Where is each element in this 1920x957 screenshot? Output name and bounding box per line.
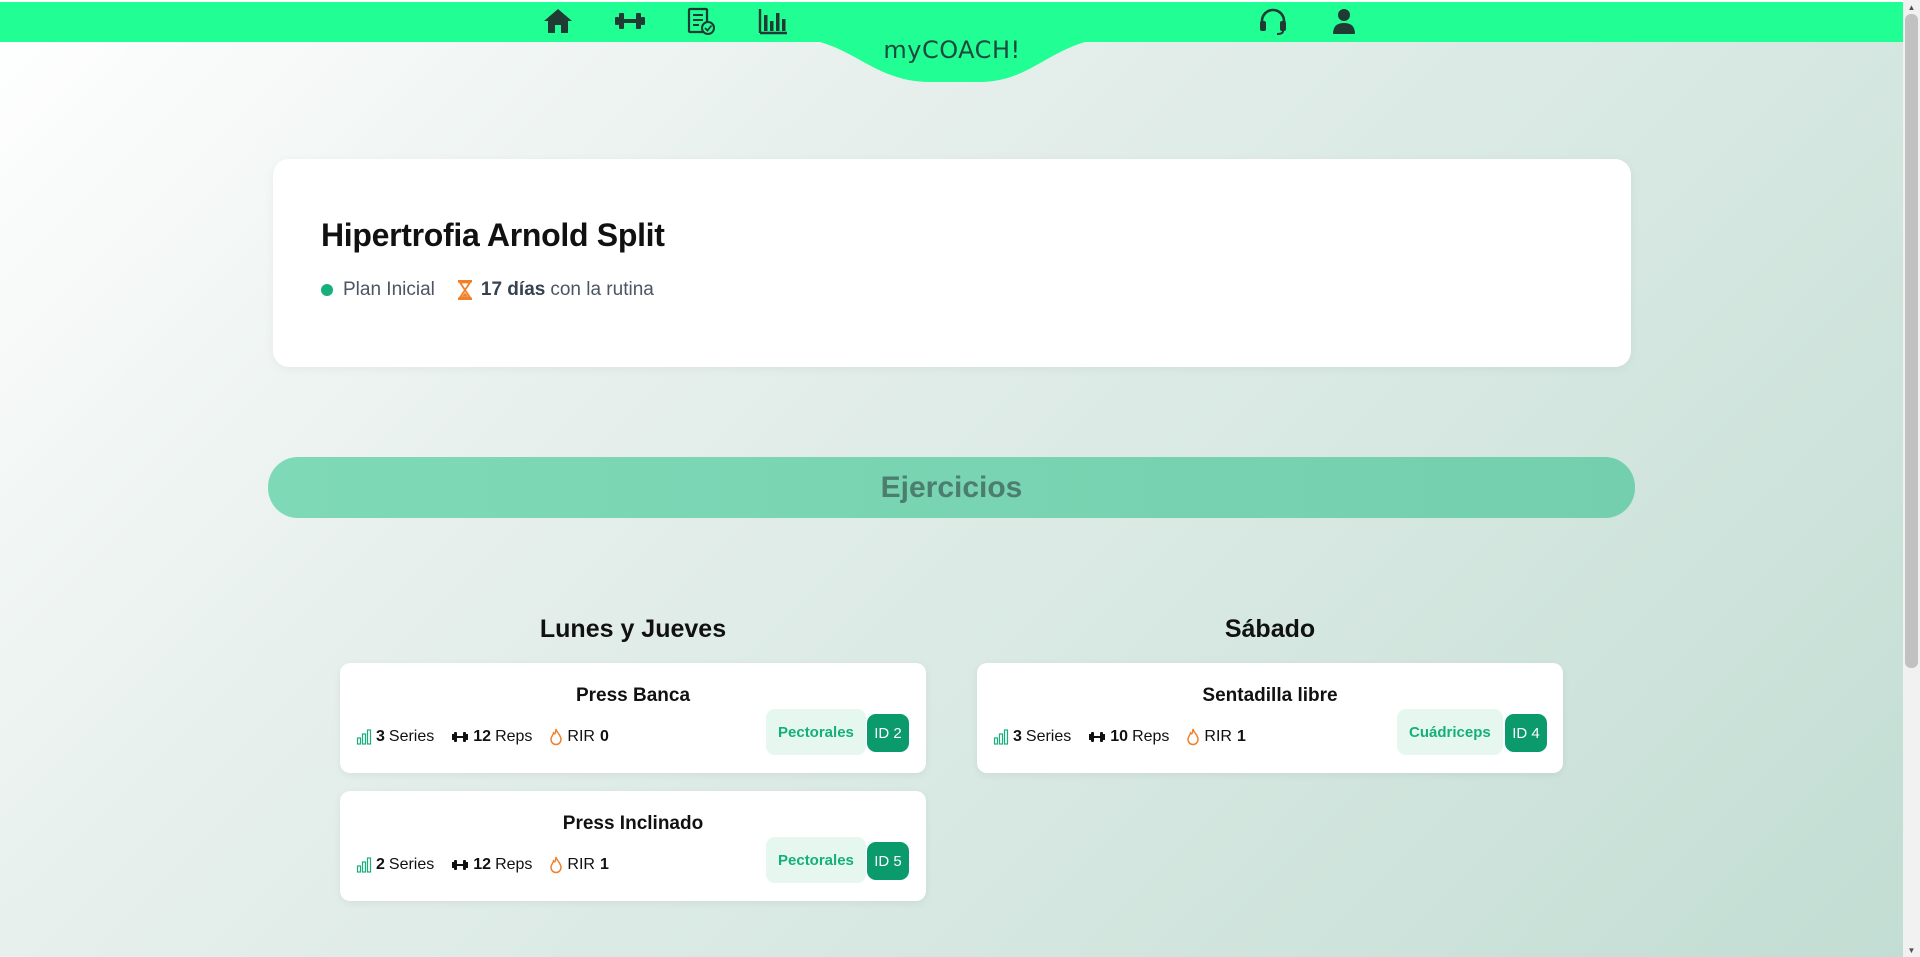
id-badge: ID 4	[1505, 714, 1547, 752]
rir-value: 1	[599, 856, 609, 873]
series-bars-icon	[356, 729, 372, 745]
status-dot-icon	[321, 284, 333, 296]
exercise-stats: 2 Series 12 Reps RIR 1	[356, 856, 630, 874]
days-suffix: con la rutina	[550, 279, 654, 300]
dumbbell-icon[interactable]	[613, 6, 647, 36]
day-title: Sábado	[1224, 615, 1316, 643]
scroll-down-icon[interactable]: ▼	[1903, 943, 1920, 957]
exercise-card[interactable]: Press Banca 3 Series 12 Reps RIR 0 Pecto…	[340, 663, 926, 773]
plan-status: Plan Inicial	[343, 279, 435, 300]
reps-stat: 10 Reps	[1088, 728, 1169, 746]
reps-stat: 12 Reps	[451, 856, 532, 874]
exercise-stats: 3 Series 12 Reps RIR 0	[356, 728, 630, 746]
user-icon[interactable]	[1327, 6, 1361, 36]
series-stat: 3 Series	[993, 728, 1071, 746]
rir-value: 1	[1236, 728, 1246, 745]
series-bars-icon	[993, 729, 1009, 745]
rir-stat: RIR 1	[1186, 728, 1249, 746]
day-title: Lunes y Jueves	[539, 615, 727, 643]
fire-icon	[550, 728, 563, 746]
plan-card: Hipertrofia Arnold Split Plan Inicial 17…	[273, 159, 1631, 367]
series-value: 3	[376, 728, 385, 745]
series-label: Series	[1025, 728, 1072, 745]
reps-label: Reps	[495, 728, 533, 745]
exercise-name: Sentadilla libre	[1202, 685, 1338, 706]
id-badge: ID 5	[867, 842, 909, 880]
fire-icon	[1187, 728, 1200, 746]
exercise-card[interactable]: Sentadilla libre 3 Series 10 Reps RIR 1 …	[977, 663, 1563, 773]
series-label: Series	[388, 728, 435, 745]
page-scrollbar[interactable]: ▲ ▼	[1903, 0, 1920, 957]
id-badge: ID 2	[867, 714, 909, 752]
reps-value: 12	[473, 728, 492, 745]
plan-meta: Plan Inicial 17 días con la rutina	[321, 279, 654, 301]
rir-label: RIR	[567, 856, 595, 873]
fire-icon	[550, 856, 563, 874]
headset-icon[interactable]	[1256, 6, 1290, 36]
reps-label: Reps	[495, 856, 533, 873]
series-stat: 3 Series	[356, 728, 434, 746]
plan-title: Hipertrofia Arnold Split	[321, 217, 665, 253]
hourglass-icon	[457, 280, 472, 300]
exercise-name: Press Inclinado	[562, 813, 704, 834]
dumbbell-icon	[452, 860, 469, 870]
exercise-name: Press Banca	[575, 685, 691, 706]
rir-stat: RIR 1	[549, 856, 612, 874]
series-label: Series	[388, 856, 435, 873]
exercise-card[interactable]: Press Inclinado 2 Series 12 Reps RIR 1 P…	[340, 791, 926, 901]
reps-value: 10	[1110, 728, 1129, 745]
exercises-section-header: Ejercicios	[268, 457, 1635, 518]
series-bars-icon	[356, 857, 372, 873]
reps-label: Reps	[1132, 728, 1170, 745]
dumbbell-icon	[452, 732, 469, 742]
brand-logo[interactable]: myCOACH!	[840, 36, 1064, 64]
rir-stat: RIR 0	[549, 728, 612, 746]
stats-chart-icon[interactable]	[756, 6, 790, 36]
rir-label: RIR	[1204, 728, 1232, 745]
scroll-up-icon[interactable]: ▲	[1903, 0, 1920, 14]
rir-value: 0	[599, 728, 609, 745]
section-title: Ejercicios	[880, 470, 1023, 504]
series-value: 2	[376, 856, 385, 873]
days-count: 17 días	[480, 279, 546, 300]
muscle-tag: Pectorales	[766, 837, 866, 883]
series-stat: 2 Series	[356, 856, 434, 874]
rir-label: RIR	[567, 728, 595, 745]
home-icon[interactable]	[541, 6, 575, 36]
reps-value: 12	[473, 856, 492, 873]
routine-checklist-icon[interactable]	[684, 6, 718, 36]
series-value: 3	[1013, 728, 1022, 745]
muscle-tag: Pectorales	[766, 709, 866, 755]
scrollbar-thumb[interactable]	[1905, 14, 1918, 668]
dumbbell-icon	[1089, 732, 1106, 742]
exercise-stats: 3 Series 10 Reps RIR 1	[993, 728, 1267, 746]
reps-stat: 12 Reps	[451, 728, 532, 746]
muscle-tag: Cuádriceps	[1397, 709, 1503, 755]
